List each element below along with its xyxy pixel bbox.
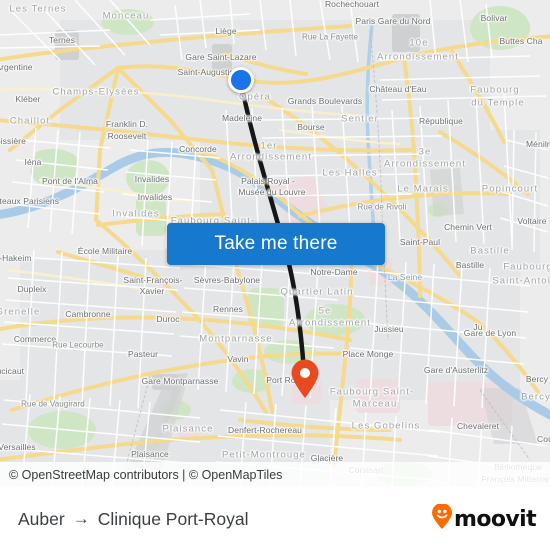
origin-marker-auber[interactable] <box>228 67 254 93</box>
map-canvas[interactable]: Les TernesMonceauTernesArgentineKléberCh… <box>0 0 550 487</box>
trip-origin-label: Auber <box>18 508 65 529</box>
arrow-right-icon: → <box>72 509 90 528</box>
take-me-there-button[interactable]: Take me there <box>167 223 385 265</box>
trip-title: Auber → Clinique Port-Royal <box>18 509 248 530</box>
attribution-text: © OpenStreetMap contributors | © OpenMap… <box>9 467 283 482</box>
destination-marker-clinique-port-royal[interactable] <box>290 359 320 399</box>
moovit-wordmark: moovit <box>454 506 537 532</box>
map-attribution: © OpenStreetMap contributors | © OpenMap… <box>0 462 550 487</box>
trip-destination-label: Clinique Port-Royal <box>97 508 249 529</box>
moovit-trip-map-screen: Les TernesMonceauTernesArgentineKléberCh… <box>0 0 550 550</box>
bottom-bar: Auber → Clinique Port-Royal moovit <box>0 487 550 550</box>
moovit-pin-icon <box>431 502 453 535</box>
moovit-logo[interactable]: moovit <box>431 502 537 535</box>
